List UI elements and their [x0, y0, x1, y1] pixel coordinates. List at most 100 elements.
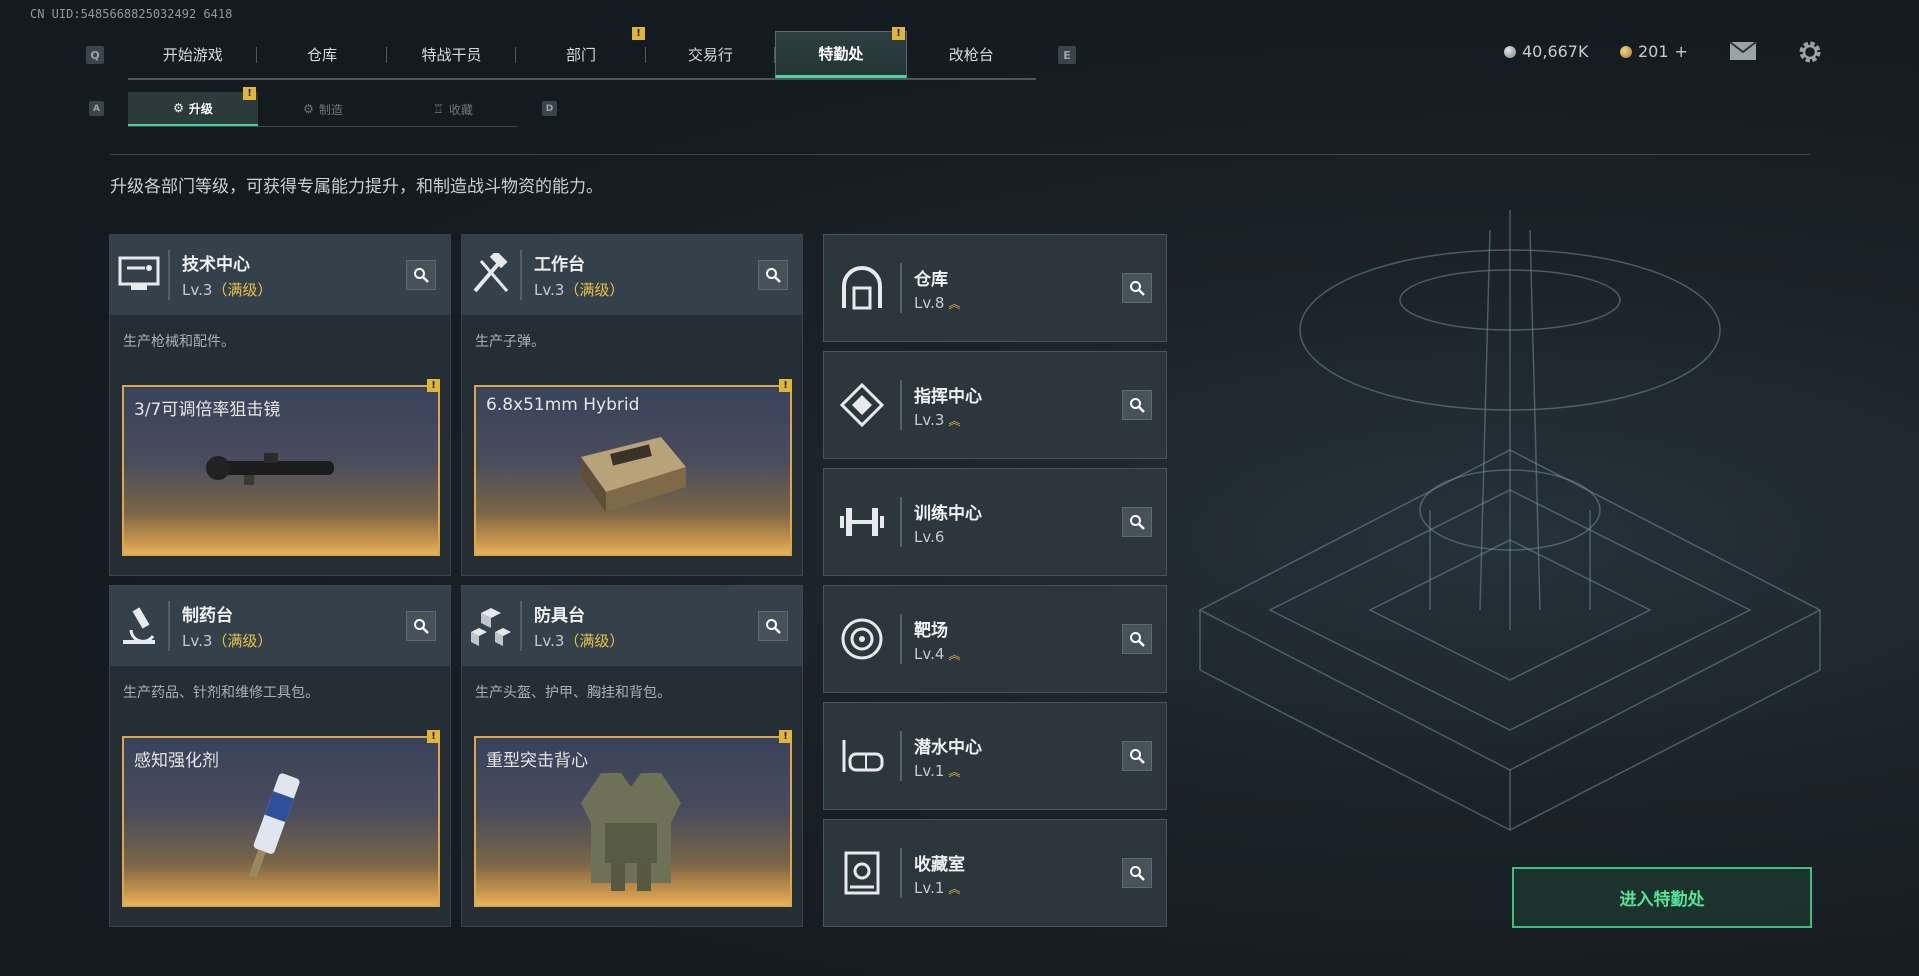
tab-special-service[interactable]: 特勤处	[775, 31, 907, 78]
dumbbell-icon	[824, 482, 900, 562]
dept-status: （满级）	[564, 281, 625, 299]
facility-level: Lv.8	[914, 293, 945, 312]
mail-icon[interactable]	[1729, 41, 1757, 65]
facility-name: 潜水中心	[914, 737, 982, 758]
tab-department[interactable]: 部门	[516, 31, 647, 78]
dept-level: Lv.3	[182, 632, 213, 650]
gold-amount: 201	[1638, 42, 1669, 61]
facility-command-center[interactable]: 指挥中心 Lv.3 ︽	[823, 351, 1167, 459]
facility-collection-room[interactable]: 收藏室 Lv.1 ︽	[823, 819, 1167, 927]
command-icon	[824, 365, 900, 445]
scope-image	[206, 453, 334, 485]
upgrade-arrow-icon: ︽	[948, 413, 961, 428]
facility-name: 靶场	[914, 620, 948, 641]
gold-currency[interactable]: 201 +	[1620, 42, 1688, 61]
upgrade-arrow-icon: ︽	[948, 764, 961, 779]
facility-diving-center[interactable]: 潜水中心 Lv.1 ︽	[823, 702, 1167, 810]
upgrade-arrow-icon: ︽	[948, 296, 961, 311]
search-icon[interactable]	[1122, 507, 1152, 537]
product-slot[interactable]: 6.8x51mm Hybrid !	[474, 379, 792, 556]
diving-mask-icon	[824, 716, 900, 796]
facility-level: Lv.3	[914, 410, 945, 429]
facility-level: Lv.1	[914, 761, 945, 780]
alert-badge: !	[427, 379, 440, 392]
nav-right-key: E	[1058, 46, 1076, 64]
enter-special-service-button[interactable]: 进入特勤处	[1512, 867, 1812, 928]
facility-name: 仓库	[914, 269, 948, 290]
syringe-image	[248, 773, 300, 879]
tab-warehouse[interactable]: 仓库	[257, 31, 388, 78]
facility-name: 指挥中心	[914, 386, 982, 407]
alert-badge: !	[779, 379, 792, 392]
alert-badge-special-service: !	[892, 27, 905, 40]
subtab-collection[interactable]: ♖ 收藏	[388, 92, 518, 126]
dept-description: 生产子弹。	[475, 334, 545, 350]
cubes-icon	[462, 586, 520, 666]
gears-icon: ⚙	[303, 102, 314, 116]
product-slot[interactable]: 感知强化剂 !	[122, 730, 440, 907]
alert-badge: !	[779, 730, 792, 743]
search-icon[interactable]	[406, 611, 436, 641]
facility-name: 训练中心	[914, 503, 982, 524]
search-icon[interactable]	[758, 260, 788, 290]
silver-coin-icon	[1504, 45, 1516, 58]
dept-card-pharmacy[interactable]: 制药台 Lv.3（满级） 生产药品、针剂和维修工具包。 感知强化剂 !	[109, 585, 451, 927]
search-icon[interactable]	[1122, 390, 1152, 420]
facility-warehouse[interactable]: 仓库 Lv.8 ︽	[823, 234, 1167, 342]
wrench-icon: ⚙	[173, 101, 184, 115]
dept-status: （满级）	[212, 632, 273, 650]
search-icon[interactable]	[1122, 624, 1152, 654]
dept-description: 生产药品、针剂和维修工具包。	[123, 685, 319, 701]
silver-currency: 40,667K	[1504, 42, 1588, 61]
tab-gunsmith[interactable]: 改枪台	[907, 31, 1036, 78]
product-slot[interactable]: 3/7可调倍率狙击镜 !	[122, 379, 440, 556]
ammo-box-image	[581, 437, 686, 512]
upgrade-arrow-icon: ︽	[948, 881, 961, 896]
gold-coin-icon	[1620, 45, 1632, 58]
facility-training-center[interactable]: 训练中心 Lv.6	[823, 468, 1167, 576]
page-description: 升级各部门等级，可获得专属能力提升，和制造战斗物资的能力。	[110, 177, 603, 197]
settings-gear-icon[interactable]	[1797, 39, 1823, 69]
search-icon[interactable]	[1122, 273, 1152, 303]
tools-icon	[462, 235, 520, 315]
facility-level: Lv.6	[914, 527, 945, 546]
alert-badge-department: !	[632, 27, 645, 40]
tab-start-game[interactable]: 开始游戏	[128, 31, 258, 78]
dept-name: 制药台	[182, 606, 233, 626]
search-icon[interactable]	[758, 611, 788, 641]
dept-name: 防具台	[534, 606, 585, 626]
alert-badge-upgrade: !	[243, 87, 256, 100]
dept-name: 工作台	[534, 255, 585, 275]
alert-badge: !	[427, 730, 440, 743]
dept-name: 技术中心	[182, 255, 250, 275]
search-icon[interactable]	[1122, 858, 1152, 888]
facility-name: 收藏室	[914, 854, 965, 875]
divider	[110, 154, 1810, 155]
search-icon[interactable]	[1122, 741, 1152, 771]
dept-card-armor[interactable]: 防具台 Lv.3（满级） 生产头盔、护甲、胸挂和背包。 重型突击背心 !	[461, 585, 803, 927]
tab-trading[interactable]: 交易行	[646, 31, 776, 78]
facility-level: Lv.1	[914, 878, 945, 897]
search-icon[interactable]	[406, 260, 436, 290]
dept-card-tech-center[interactable]: 技术中心 Lv.3（满级） 生产枪械和配件。 3/7可调倍率狙击镜 !	[109, 234, 451, 576]
computer-icon	[110, 235, 168, 315]
sub-nav: ⚙ 升级 ⚙ 制造 ♖ 收藏	[128, 92, 518, 127]
add-currency-icon[interactable]: +	[1675, 42, 1688, 61]
warehouse-icon	[824, 248, 900, 328]
product-name: 6.8x51mm Hybrid	[486, 395, 640, 415]
facility-level: Lv.4	[914, 644, 945, 663]
vest-image	[581, 773, 681, 891]
dept-description: 生产头盔、护甲、胸挂和背包。	[475, 685, 671, 701]
subtab-upgrade[interactable]: ⚙ 升级	[128, 92, 258, 126]
product-name: 感知强化剂	[134, 751, 219, 771]
upgrade-arrow-icon: ︽	[948, 647, 961, 662]
product-slot[interactable]: 重型突击背心 !	[474, 730, 792, 907]
collection-icon	[824, 833, 900, 913]
subtab-produce[interactable]: ⚙ 制造	[258, 92, 388, 126]
facility-shooting-range[interactable]: 靶场 Lv.4 ︽	[823, 585, 1167, 693]
base-blueprint-illustration	[1198, 210, 1822, 831]
nav-left-key: Q	[86, 46, 104, 64]
tab-operators[interactable]: 特战干员	[387, 31, 517, 78]
dept-card-workbench[interactable]: 工作台 Lv.3（满级） 生产子弹。 6.8x51mm Hybrid !	[461, 234, 803, 576]
subnav-left-key: A	[89, 101, 104, 116]
